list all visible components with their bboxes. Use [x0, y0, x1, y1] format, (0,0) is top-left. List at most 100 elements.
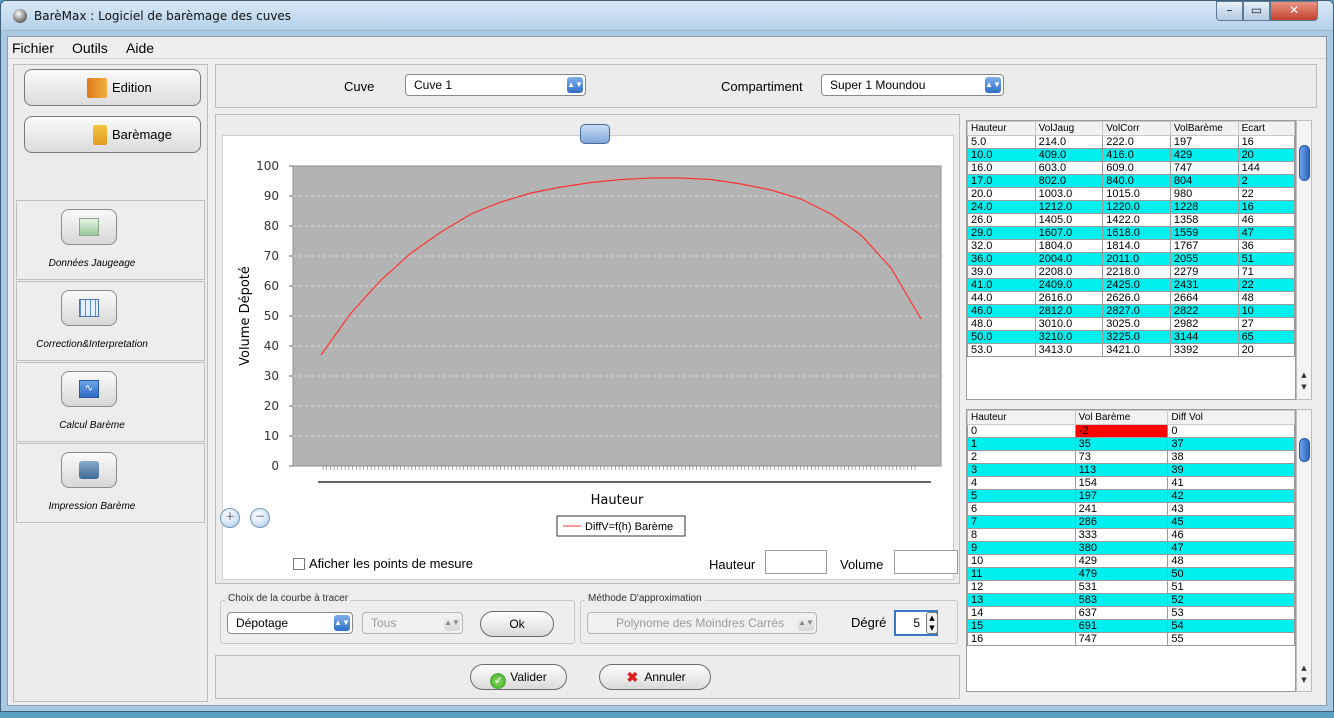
bareme-scrollbar[interactable]: ▲ ▼: [1296, 409, 1312, 692]
table-cell[interactable]: 214.0: [1034, 135, 1104, 149]
table-row[interactable]: 17.0 802.0 840.0 804 2: [967, 174, 1295, 188]
table-cell[interactable]: 241: [1074, 502, 1169, 516]
table-row[interactable]: 14 637 53: [967, 606, 1295, 620]
table-cell[interactable]: 48: [1167, 554, 1295, 568]
table-cell[interactable]: 65: [1237, 330, 1295, 344]
slider-handle[interactable]: [580, 124, 610, 144]
table-cell[interactable]: 46: [1237, 213, 1295, 227]
table-cell[interactable]: 747: [1169, 161, 1239, 175]
table-cell[interactable]: 24.0: [967, 200, 1036, 214]
table-cell[interactable]: 333: [1074, 528, 1169, 542]
checkbox-icon[interactable]: [293, 558, 305, 570]
table-cell[interactable]: 26.0: [967, 213, 1036, 227]
table-cell[interactable]: 71: [1237, 265, 1295, 279]
scroll-thumb[interactable]: [1299, 438, 1310, 462]
table-cell[interactable]: -2: [1074, 424, 1169, 438]
table-cell[interactable]: 39.0: [967, 265, 1036, 279]
table-cell[interactable]: 22: [1237, 187, 1295, 201]
table-cell[interactable]: 39: [1167, 463, 1295, 477]
table-cell[interactable]: 429: [1169, 148, 1239, 162]
table-row[interactable]: 11 479 50: [967, 567, 1295, 581]
table-cell[interactable]: 0: [967, 424, 1076, 438]
table-cell[interactable]: 637: [1074, 606, 1169, 620]
table-cell[interactable]: 2664: [1169, 291, 1239, 305]
table-cell[interactable]: 55: [1167, 632, 1295, 646]
table-row[interactable]: 32.0 1804.0 1814.0 1767 36: [967, 239, 1295, 253]
scroll-up-icon[interactable]: ▲: [1297, 664, 1311, 674]
table-cell[interactable]: 32.0: [967, 239, 1036, 253]
table-cell[interactable]: 691: [1074, 619, 1169, 633]
table-cell[interactable]: 5.0: [967, 135, 1036, 149]
zoom-out-icon[interactable]: －: [250, 508, 270, 528]
table-cell[interactable]: 45: [1167, 515, 1295, 529]
table-row[interactable]: 2 73 38: [967, 450, 1295, 464]
table-row[interactable]: 48.0 3010.0 3025.0 2982 27: [967, 317, 1295, 331]
compartiment-select[interactable]: Super 1 Moundou ▲▼: [821, 74, 1004, 96]
table-cell[interactable]: 2055: [1169, 252, 1239, 266]
table-cell[interactable]: 2: [967, 450, 1076, 464]
impression-bareme-button[interactable]: [61, 452, 117, 488]
table-cell[interactable]: 1618.0: [1102, 226, 1171, 240]
table-cell[interactable]: 17.0: [967, 174, 1036, 188]
table-cell[interactable]: 15: [967, 619, 1076, 633]
table-row[interactable]: 4 154 41: [967, 476, 1295, 490]
table-cell[interactable]: 3210.0: [1034, 330, 1104, 344]
table-cell[interactable]: 3421.0: [1102, 343, 1171, 357]
table-cell[interactable]: 2626.0: [1102, 291, 1171, 305]
table-cell[interactable]: 10: [967, 554, 1076, 568]
table-cell[interactable]: 1559: [1169, 226, 1239, 240]
table-cell[interactable]: 48.0: [967, 317, 1036, 331]
table-row[interactable]: 1 35 37: [967, 437, 1295, 451]
table-cell[interactable]: 47: [1237, 226, 1295, 240]
table-cell[interactable]: 222.0: [1102, 135, 1171, 149]
table-cell[interactable]: 35: [1074, 437, 1169, 451]
title-bar[interactable]: BarèMax : Logiciel de barèmage des cuves: [1, 1, 1333, 31]
table-row[interactable]: 24.0 1212.0 1220.0 1228 16: [967, 200, 1295, 214]
table-cell[interactable]: 802.0: [1034, 174, 1104, 188]
table-cell[interactable]: 3144: [1169, 330, 1239, 344]
menu-aide[interactable]: Aide: [126, 40, 154, 56]
table-cell[interactable]: 1607.0: [1034, 226, 1104, 240]
table-cell[interactable]: 980: [1169, 187, 1239, 201]
table-row[interactable]: 5.0 214.0 222.0 197 16: [967, 135, 1295, 149]
table-cell[interactable]: 416.0: [1102, 148, 1171, 162]
table-cell[interactable]: 29.0: [967, 226, 1036, 240]
table-cell[interactable]: 429: [1074, 554, 1169, 568]
table-cell[interactable]: 8: [967, 528, 1076, 542]
table-cell[interactable]: 73: [1074, 450, 1169, 464]
correction-interpretation-button[interactable]: [61, 290, 117, 326]
maximize-button[interactable]: ▭: [1243, 1, 1270, 21]
table-row[interactable]: 46.0 2812.0 2827.0 2822 10: [967, 304, 1295, 318]
table-row[interactable]: 5 197 42: [967, 489, 1295, 503]
table-cell[interactable]: 53.0: [967, 343, 1036, 357]
table-cell[interactable]: 27: [1237, 317, 1295, 331]
table-row[interactable]: 7 286 45: [967, 515, 1295, 529]
table-cell[interactable]: 3025.0: [1102, 317, 1171, 331]
table-cell[interactable]: 154: [1074, 476, 1169, 490]
table-cell[interactable]: 16: [1237, 200, 1295, 214]
filter-select[interactable]: Tous ▲▼: [362, 612, 463, 634]
table-cell[interactable]: 44.0: [967, 291, 1036, 305]
table-cell[interactable]: 11: [967, 567, 1076, 581]
menu-fichier[interactable]: Fichier: [12, 40, 54, 56]
table-cell[interactable]: 51: [1167, 580, 1295, 594]
table-cell[interactable]: 2011.0: [1102, 252, 1171, 266]
table-row[interactable]: 44.0 2616.0 2626.0 2664 48: [967, 291, 1295, 305]
scroll-down-icon[interactable]: ▼: [1297, 676, 1311, 686]
table-row[interactable]: 29.0 1607.0 1618.0 1559 47: [967, 226, 1295, 240]
table-cell[interactable]: 583: [1074, 593, 1169, 607]
table-cell[interactable]: 197: [1074, 489, 1169, 503]
table-row[interactable]: 16.0 603.0 609.0 747 144: [967, 161, 1295, 175]
table-cell[interactable]: 804: [1169, 174, 1239, 188]
baremage-button[interactable]: Barèmage: [24, 116, 201, 153]
table-cell[interactable]: 1804.0: [1034, 239, 1104, 253]
table-cell[interactable]: 36.0: [967, 252, 1036, 266]
table-cell[interactable]: 47: [1167, 541, 1295, 555]
table-cell[interactable]: 1358: [1169, 213, 1239, 227]
donnees-jaugeage-button[interactable]: [61, 209, 117, 245]
table-row[interactable]: 6 241 43: [967, 502, 1295, 516]
table-cell[interactable]: 609.0: [1102, 161, 1171, 175]
table-cell[interactable]: 3225.0: [1102, 330, 1171, 344]
table-cell[interactable]: 37: [1167, 437, 1295, 451]
table-cell[interactable]: 2208.0: [1034, 265, 1104, 279]
